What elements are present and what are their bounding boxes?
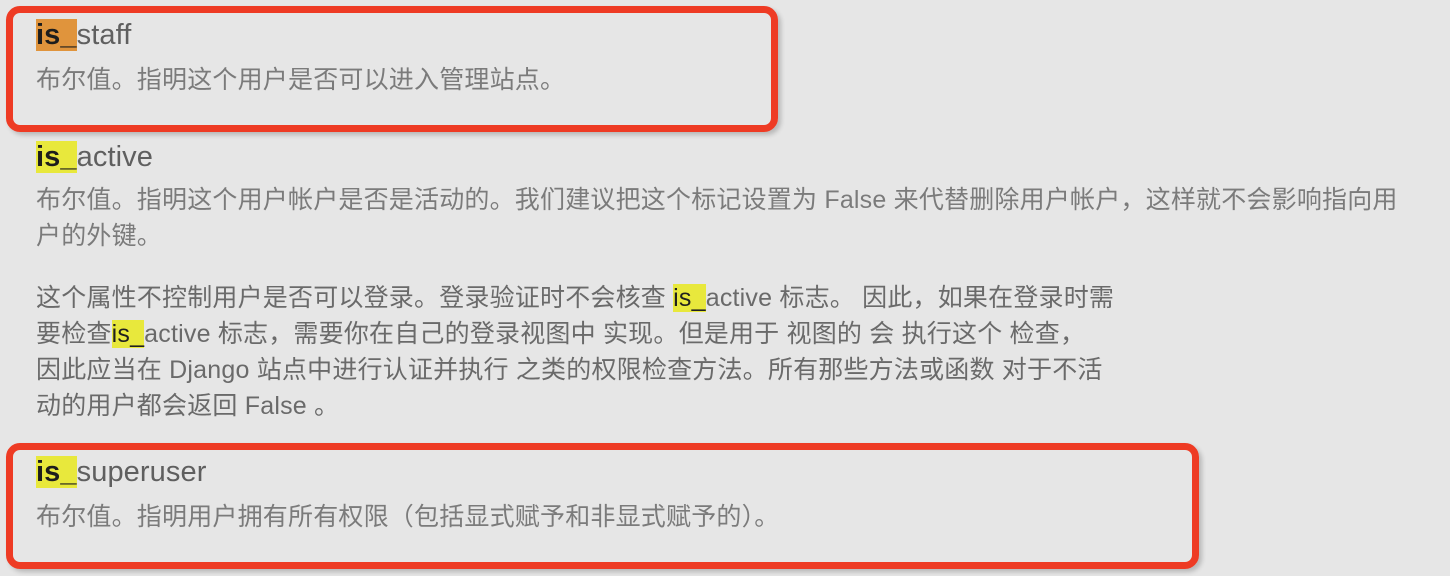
paragraph-is-active-notes: 这个属性不控制用户是否可以登录。登录验证时不会核查 is_active 标志。 … [36,280,1426,424]
notes-line-4: 动的用户都会返回 False 。 [36,392,340,420]
paragraph-is-staff-description: 布尔值。指明这个用户是否可以进入管理站点。 [36,66,566,94]
notes-line-1: 这个属性不控制用户是否可以登录。登录验证时不会核查 is_active 标志。 … [36,284,1114,312]
highlight-is-prefix: is_ [36,141,77,173]
paragraph-is-superuser-description: 布尔值。指明用户拥有所有权限（包括显式赋予和非显式赋予的）。 [36,503,780,531]
section-is-staff: is_staff 布尔值。指明这个用户是否可以进入管理站点。 [36,18,756,98]
paragraph-is-active-description: 布尔值。指明这个用户帐户是否是活动的。我们建议把这个标记设置为 False 来代… [36,186,1398,250]
term-is-active: is_active [36,140,1431,174]
section-is-superuser: is_superuser 布尔值。指明用户拥有所有权限（包括显式赋予和非显式赋予… [36,455,1176,535]
notes-line-3: 因此应当在 Django 站点中进行认证并执行 之类的权限检查方法。所有那些方法… [36,356,1103,384]
term-suffix: active [76,141,153,173]
inline-highlight-is-prefix-2: is_ [111,320,145,348]
notes-line-1-post: active 标志。 因此，如果在登录时需 [705,284,1115,312]
highlight-is-prefix: is_ [36,456,77,488]
term-suffix: superuser [76,456,207,488]
notes-line-2-post: active 标志，需要你在自己的登录视图中 实现。但是用于 视图的 会 执行这… [144,320,1086,348]
term-is-staff: is_staff [36,18,756,52]
highlight-is-prefix: is_ [36,19,77,51]
section-is-active: is_active 布尔值。指明这个用户帐户是否是活动的。我们建议把这个标记设置… [36,140,1431,424]
notes-line-2-pre: 要检查 [36,320,112,348]
term-is-superuser: is_superuser [36,455,1176,489]
notes-line-1-pre: 这个属性不控制用户是否可以登录。登录验证时不会核查 [36,284,674,312]
document-page: is_staff 布尔值。指明这个用户是否可以进入管理站点。 is_active… [0,0,1450,576]
term-suffix: staff [76,19,132,51]
notes-line-2: 要检查is_active 标志，需要你在自己的登录视图中 实现。但是用于 视图的… [36,320,1085,348]
inline-highlight-is-prefix-1: is_ [673,284,706,312]
